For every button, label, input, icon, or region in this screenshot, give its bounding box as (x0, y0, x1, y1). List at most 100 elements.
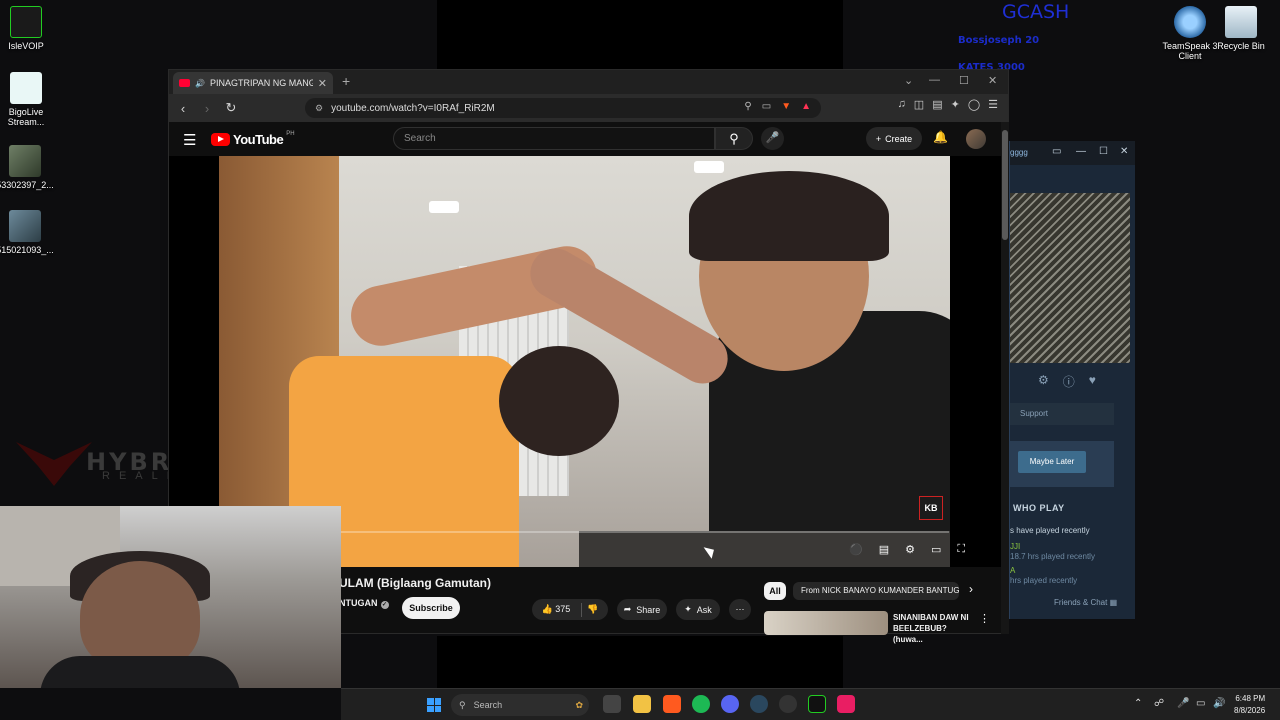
steam-icon[interactable] (750, 695, 768, 713)
discord-icon[interactable] (721, 695, 739, 713)
monitor-icon[interactable]: ▭ (1196, 698, 1205, 709)
channel-watermark[interactable]: KB (919, 496, 943, 520)
chip-from-channel[interactable]: From NICK BANAYO KUMANDER BANTUG (793, 582, 959, 600)
menu-icon[interactable]: ☰ (988, 98, 998, 111)
obs-icon[interactable] (779, 695, 797, 713)
autoplay-toggle-icon[interactable]: ⚫ (849, 543, 863, 556)
youtube-search-input[interactable]: Search (393, 127, 715, 150)
ask-button[interactable]: ✦ Ask (676, 599, 720, 620)
youtube-logo[interactable]: YouTube PH (211, 131, 295, 147)
avatar[interactable] (966, 129, 986, 149)
vpn-icon[interactable]: ◯ (968, 98, 980, 111)
search-button[interactable]: ⚲ (715, 127, 753, 150)
brave-shields-icon[interactable]: ▼ (781, 101, 791, 112)
tab-youtube[interactable]: 🔊 PINAGTRIPAN NG MANGKUK ✕ (173, 72, 333, 94)
monitor-icon[interactable]: ▭ (1052, 146, 1061, 157)
chip-all[interactable]: All (764, 582, 786, 600)
black-backdrop-top (437, 0, 843, 70)
brave-rewards-icon[interactable]: ▲ (801, 101, 811, 112)
recommended-title[interactable]: SINANIBAN DAW NI BEELZEBUB?(huwa... (893, 612, 975, 645)
search-highlight-icon: ✿ (575, 699, 583, 710)
youtube-play-icon (211, 133, 230, 146)
maybe-later-button[interactable]: Maybe Later (1018, 451, 1086, 473)
close-tab-icon[interactable]: ✕ (318, 77, 327, 90)
share-icon: ➦ (623, 604, 632, 614)
microphone-icon[interactable]: 🎤 (761, 127, 784, 150)
task-view-icon[interactable] (603, 695, 621, 713)
chevron-up-icon[interactable]: ⌃ (1134, 698, 1142, 709)
wallet-icon[interactable]: ▤ (932, 98, 942, 111)
who-play-heading: WHO PLAY (1013, 503, 1065, 513)
youtube-header: ☰ YouTube PH Search ⚲ 🎤 + Create 🔔 (169, 122, 1001, 156)
subscribe-button[interactable]: Subscribe (402, 597, 460, 619)
back-button[interactable]: ‹ (173, 101, 193, 116)
desktop-icon-islevoip[interactable]: IsleVOIP (0, 6, 56, 51)
page-scrollbar[interactable] (1001, 122, 1009, 634)
address-bar[interactable]: ⚙ youtube.com/watch?v=I0RAf_RiR2M ⚲ ▭ ▼ … (305, 98, 821, 118)
zoom-icon[interactable]: ⚲ (744, 101, 751, 112)
new-tab-button[interactable]: + (342, 73, 350, 89)
chevron-right-icon[interactable]: › (969, 582, 973, 596)
maximize-button[interactable]: ☐ (1099, 146, 1108, 157)
channel-name[interactable]: NTUGAN ✓ (339, 598, 389, 609)
cast-icon[interactable]: ▭ (762, 101, 771, 112)
like-button[interactable]: 👍 375 (542, 604, 571, 615)
heart-icon[interactable]: ♥ (1089, 373, 1096, 390)
friend-name[interactable]: JJI (1010, 542, 1020, 551)
network-icon[interactable]: ☍ (1154, 698, 1164, 709)
video-title: ULAM (Biglaang Gamutan) (339, 576, 491, 590)
notifications-bell-icon[interactable]: 🔔 (933, 130, 948, 144)
friends-chat-button[interactable]: Friends & Chat ▦ (1054, 598, 1117, 607)
desktop-icon-recycle-bin[interactable]: Recycle Bin (1211, 6, 1271, 51)
media-icon[interactable]: ♫ (898, 98, 906, 111)
close-window-button[interactable]: ✕ (988, 74, 997, 87)
create-button[interactable]: + Create (866, 127, 922, 150)
recommended-menu-icon[interactable]: ⋮ (979, 612, 990, 625)
scrollbar-thumb[interactable] (1002, 130, 1008, 240)
minimize-button[interactable]: — (1076, 146, 1086, 157)
desktop-icon-bigolive[interactable]: BigoLive Stream... (0, 72, 56, 127)
chevron-down-icon[interactable]: ⌄ (904, 74, 913, 87)
gear-icon[interactable]: ⚙ (1038, 373, 1049, 390)
volume-icon[interactable]: 🔊 (1213, 698, 1225, 709)
theater-mode-icon[interactable]: ▭ (931, 543, 941, 556)
leo-icon[interactable]: ✦ (951, 98, 960, 111)
share-button[interactable]: ➦ Share (617, 599, 667, 620)
fullscreen-icon[interactable]: ⛶ (957, 543, 965, 556)
support-link[interactable]: Support (1010, 403, 1114, 425)
desktop-icon-image-1[interactable]: 53302397_2... (0, 145, 55, 190)
prompt-panel: Maybe Later (1010, 441, 1114, 487)
maximize-button[interactable]: ☐ (959, 74, 969, 87)
minimize-button[interactable]: — (929, 74, 940, 86)
spotify-icon[interactable] (692, 695, 710, 713)
sidebar-icon[interactable]: ◫ (914, 98, 924, 111)
reload-button[interactable]: ↻ (221, 100, 241, 116)
clock[interactable]: 6:48 PM 8/8/2026 (1234, 693, 1265, 717)
brave-icon[interactable] (663, 695, 681, 713)
info-icon[interactable]: ⓘ (1063, 373, 1075, 390)
tiktok-icon[interactable] (837, 695, 855, 713)
friend-hours: hrs played recently (1010, 576, 1078, 585)
forward-button[interactable]: › (197, 101, 217, 116)
hamburger-menu-icon[interactable]: ☰ (183, 131, 196, 149)
friend-name[interactable]: A (1010, 566, 1015, 575)
microphone-icon[interactable]: 🎤 (1177, 698, 1189, 709)
taskbar-search[interactable]: ⚲ Search ✿ (451, 694, 589, 716)
friend-hours: 18.7 hrs played recently (1010, 552, 1095, 561)
progress-bar[interactable] (339, 531, 949, 533)
settings-gear-icon[interactable]: ⚙ (905, 543, 915, 556)
speaker-icon[interactable]: 🔊 (195, 79, 205, 88)
dislike-button[interactable]: 👎 (587, 604, 598, 615)
played-recently-text: s have played recently (1010, 526, 1090, 535)
file-explorer-icon[interactable] (633, 695, 651, 713)
close-button[interactable]: ✕ (1120, 146, 1128, 157)
terminal-icon[interactable] (808, 695, 826, 713)
desktop-icon-image-2[interactable]: 515021093_... (0, 210, 55, 255)
start-button[interactable] (427, 698, 441, 712)
recommended-thumbnail[interactable] (764, 611, 888, 635)
black-backdrop-bottom (437, 636, 843, 688)
chat-icon: ▦ (1109, 598, 1118, 607)
site-info-icon[interactable]: ⚙ (315, 103, 323, 114)
captions-icon[interactable]: ▤ (879, 543, 889, 556)
more-actions-button[interactable]: ⋯ (729, 599, 751, 620)
